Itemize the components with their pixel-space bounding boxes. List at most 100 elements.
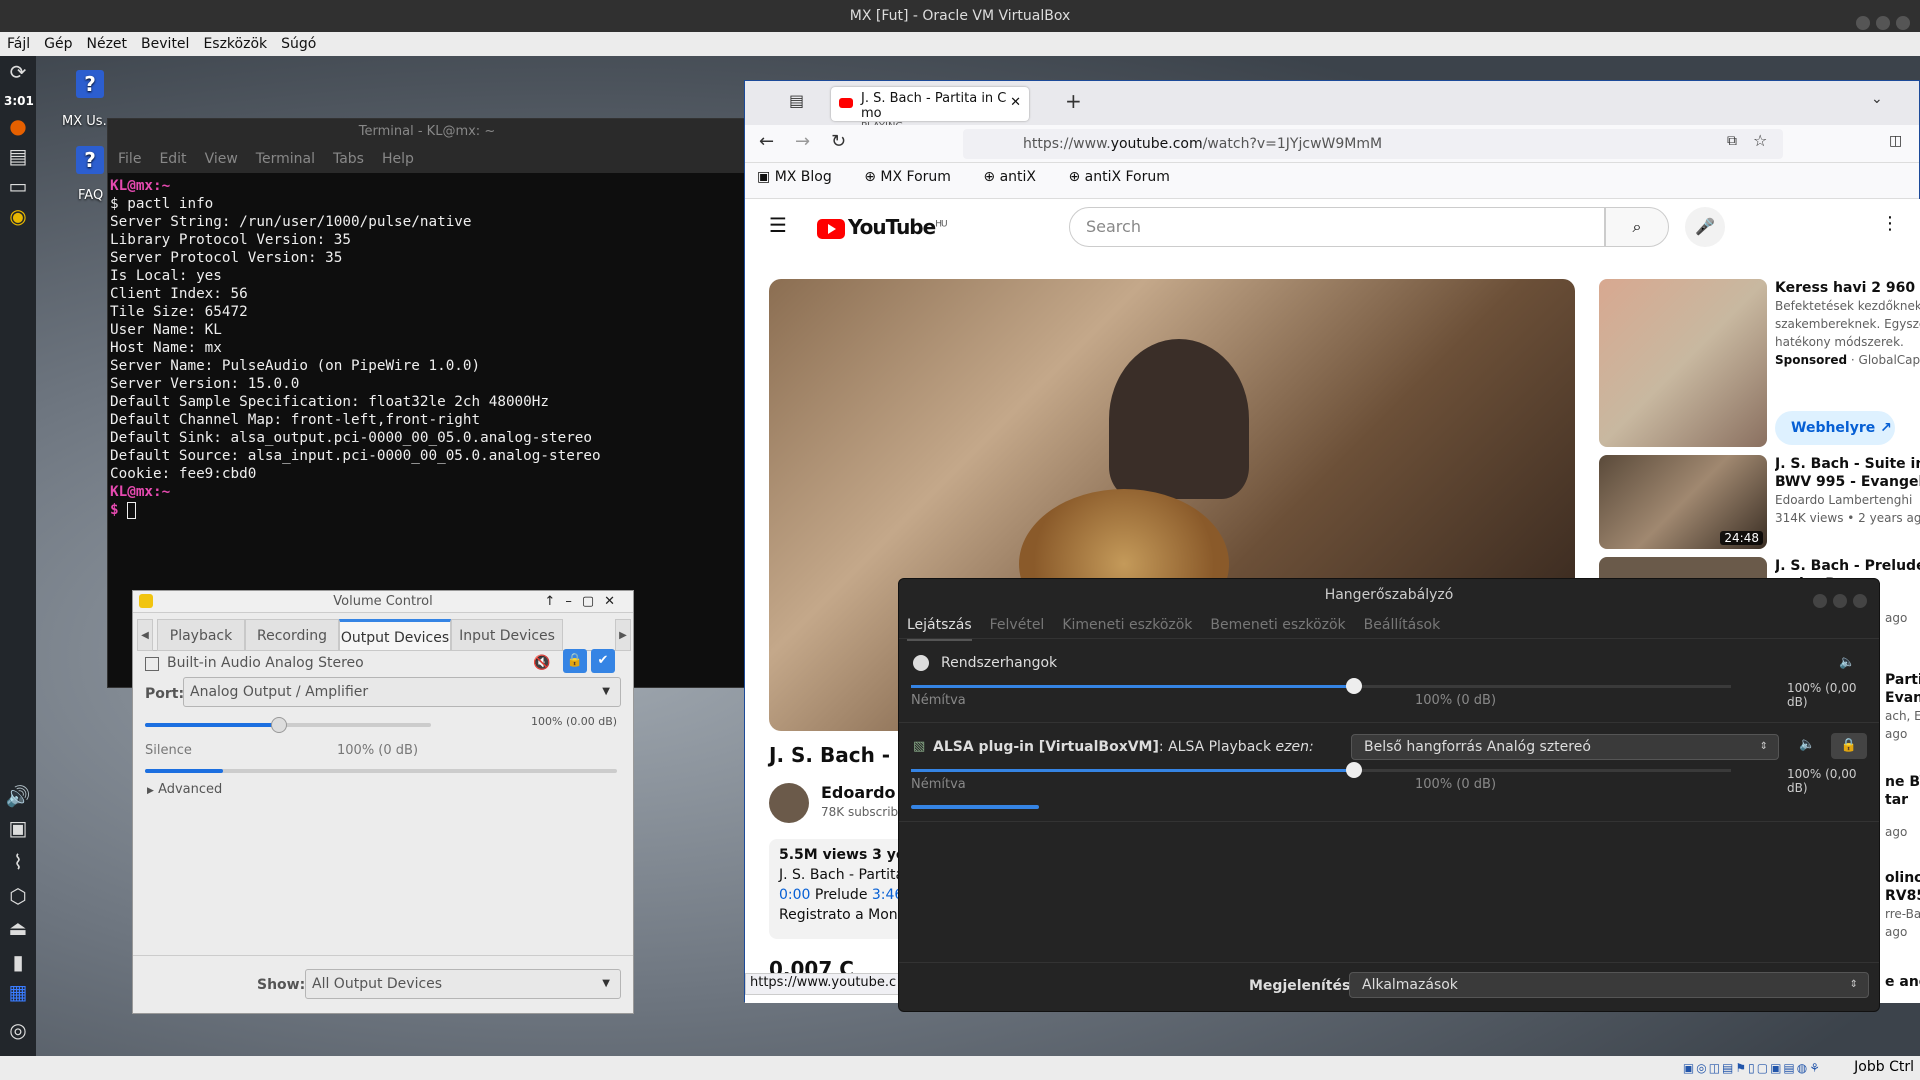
logout-icon[interactable]: ⟳ — [4, 60, 32, 84]
faq-icon[interactable]: ? — [76, 146, 104, 174]
mx-menu-icon[interactable]: ◎ — [4, 1018, 32, 1042]
row2-slider-knob[interactable] — [1345, 762, 1362, 778]
port-dropdown[interactable]: Analog Output / Amplifier ▼ — [183, 677, 621, 707]
ad-card[interactable]: Keress havi 2 960 000 f Befektetések kez… — [1775, 279, 1920, 369]
channel-avatar[interactable] — [769, 783, 809, 823]
mute-icon[interactable]: 🔈 — [1799, 737, 1815, 752]
recommended-video[interactable]: J. S. Bach - Suite in G m BWV 995 - Evan… — [1775, 455, 1920, 527]
close-button[interactable] — [1853, 594, 1867, 608]
show-dropdown[interactable]: All Output Devices ▼ — [305, 969, 621, 999]
recommended-video[interactable]: e and I — [1885, 973, 1920, 991]
description-box[interactable]: 5.5M views 3 year J. S. Bach - Partita 0… — [769, 839, 909, 939]
terminal-icon[interactable]: ▭ — [4, 174, 32, 198]
reload-icon[interactable]: ↻ — [831, 131, 846, 152]
menu-help[interactable]: Help — [382, 151, 414, 167]
paperclip-icon[interactable]: ⌇ — [4, 850, 32, 874]
clock: 3:01 — [4, 94, 34, 108]
list-tabs-icon[interactable]: ⌄ — [1871, 91, 1883, 107]
file-manager-icon[interactable]: ▤ — [4, 144, 32, 168]
window-controls[interactable]: ↑–▢✕ — [544, 591, 625, 613]
eject-icon[interactable]: ⏏ — [4, 916, 32, 940]
tab-lejatszas[interactable]: Lejátszás — [907, 611, 972, 641]
menu-edit[interactable]: Edit — [159, 151, 186, 167]
hamburger-menu-icon[interactable]: ☰ — [769, 213, 787, 237]
status-url: https://www.youtube.c — [745, 973, 902, 995]
lock-channels-button[interactable]: 🔒 — [1831, 733, 1867, 759]
voice-search-icon[interactable]: 🎤 — [1685, 207, 1725, 247]
advanced-expander[interactable]: ▶ Advanced — [147, 782, 222, 797]
tab-felvetel[interactable]: Felvétel — [990, 611, 1045, 639]
menu-gep[interactable]: Gép — [37, 32, 79, 56]
recommended-video[interactable]: ne BV tar ago — [1885, 773, 1920, 841]
bookmark-mx-forum[interactable]: ⊕ MX Forum — [864, 169, 965, 185]
volume-control-window[interactable]: Volume Control ↑–▢✕ ◀ Playback Recording… — [132, 590, 634, 1014]
lock-channels-button[interactable]: 🔒 — [563, 649, 587, 673]
more-options-icon[interactable]: ⋮ — [1881, 213, 1899, 234]
bookmark-antix[interactable]: ⊕ antiX — [983, 169, 1050, 185]
maximize-button[interactable] — [1876, 16, 1890, 30]
menu-terminal[interactable]: Terminal — [256, 151, 315, 167]
search-button[interactable]: ⌕ — [1605, 207, 1669, 247]
recommended-video[interactable]: olino e RV85 rre-Bap ago — [1885, 869, 1920, 941]
tab-output-devices[interactable]: Output Devices — [339, 619, 451, 651]
menu-file[interactable]: File — [118, 151, 141, 167]
tab-overview-icon[interactable]: ▤ — [789, 91, 804, 110]
volume-slider-knob[interactable] — [271, 717, 288, 733]
pocket-icon[interactable]: ◫ — [1889, 133, 1902, 149]
mute-icon[interactable]: 🔈 — [1839, 655, 1855, 670]
status-icons[interactable]: ▣◎◫▤⚑▯▢▣▤◍⚘ — [1683, 1061, 1822, 1075]
tab-beallitasok[interactable]: Beállítások — [1364, 611, 1441, 639]
tab-youtube[interactable]: J. S. Bach - Partita in C mo PLAYING ✕ — [831, 87, 1029, 132]
show-dropdown[interactable]: Alkalmazások ⇕ — [1349, 972, 1869, 998]
set-default-button[interactable]: ✔ — [591, 649, 615, 673]
pip-icon[interactable]: ⧉ — [1727, 133, 1737, 149]
menu-nezet[interactable]: Nézet — [80, 32, 135, 56]
search-input[interactable]: Search — [1069, 207, 1605, 247]
menu-bevitel[interactable]: Bevitel — [134, 32, 196, 56]
menu-eszkozok[interactable]: Eszközök — [196, 32, 274, 56]
terminal-output[interactable]: KL@mx:~ $ pactl info Server String: /run… — [108, 173, 746, 523]
minimize-button[interactable] — [1813, 594, 1827, 608]
mute-icon[interactable]: 🔇 — [533, 655, 550, 671]
back-icon[interactable]: ← — [759, 131, 774, 152]
visit-site-button[interactable]: Webhelyre ↗ — [1775, 411, 1895, 445]
menu-fajl[interactable]: Fájl — [0, 32, 37, 56]
package-icon[interactable]: ⬡ — [4, 884, 32, 908]
bookmark-star-icon[interactable]: ☆ — [1753, 131, 1767, 150]
video-thumbnail[interactable]: 24:48 — [1599, 455, 1767, 549]
ad-thumbnail[interactable] — [1599, 279, 1767, 447]
logo-text: YouTube — [848, 215, 936, 239]
display-icon[interactable]: ▣ — [4, 816, 32, 840]
timestamp-link[interactable]: 0:00 — [779, 887, 810, 903]
forward-icon[interactable]: → — [795, 131, 810, 152]
menu-tabs[interactable]: Tabs — [333, 151, 364, 167]
tab-playback[interactable]: Playback — [157, 619, 245, 651]
bookmark-mx-blog[interactable]: ▣ MX Blog — [757, 169, 846, 185]
tab-kimeneti[interactable]: Kimeneti eszközök — [1062, 611, 1192, 639]
menu-sugo[interactable]: Súgó — [274, 32, 323, 56]
output-device-dropdown[interactable]: Belső hangforrás Analóg sztereó ⇕ — [1351, 734, 1779, 760]
help-icon[interactable]: ? — [76, 70, 104, 98]
workspace-icon[interactable]: ▦ — [4, 980, 32, 1004]
speaker-icon[interactable]: 🔊 — [4, 784, 32, 808]
bookmark-antix-forum[interactable]: ⊕ antiX Forum — [1068, 169, 1183, 185]
tab-input-devices[interactable]: Input Devices — [451, 619, 563, 651]
youtube-logo[interactable]: YouTubeHU — [817, 215, 948, 239]
close-button[interactable] — [1896, 16, 1910, 30]
new-tab-icon[interactable]: + — [1065, 89, 1082, 113]
mixer-window[interactable]: Hangerőszabályzó Lejátszás Felvétel Kimene… — [898, 578, 1880, 1012]
menu-view[interactable]: View — [205, 151, 238, 167]
terminal-line: Default Sink: alsa_output.pci-0000_00_05… — [110, 430, 593, 446]
firefox-icon[interactable]: ● — [4, 114, 32, 138]
close-tab-icon[interactable]: ✕ — [1010, 95, 1021, 110]
row1-slider-knob[interactable] — [1345, 678, 1362, 694]
minimize-button[interactable] — [1856, 16, 1870, 30]
scroll-left-icon[interactable]: ◀ — [137, 619, 153, 651]
url-field[interactable]: https://www.youtube.com/watch?v=1JYjcwW9… — [963, 129, 1783, 159]
scroll-right-icon[interactable]: ▶ — [615, 619, 631, 651]
recommended-video[interactable]: Partit Evange ach, Ev ago — [1885, 671, 1920, 743]
tab-bemeneti[interactable]: Bemeneti eszközök — [1210, 611, 1345, 639]
maximize-button[interactable] — [1833, 594, 1847, 608]
volume-app-icon[interactable]: ◉ — [4, 204, 32, 228]
tab-recording[interactable]: Recording — [245, 619, 339, 651]
